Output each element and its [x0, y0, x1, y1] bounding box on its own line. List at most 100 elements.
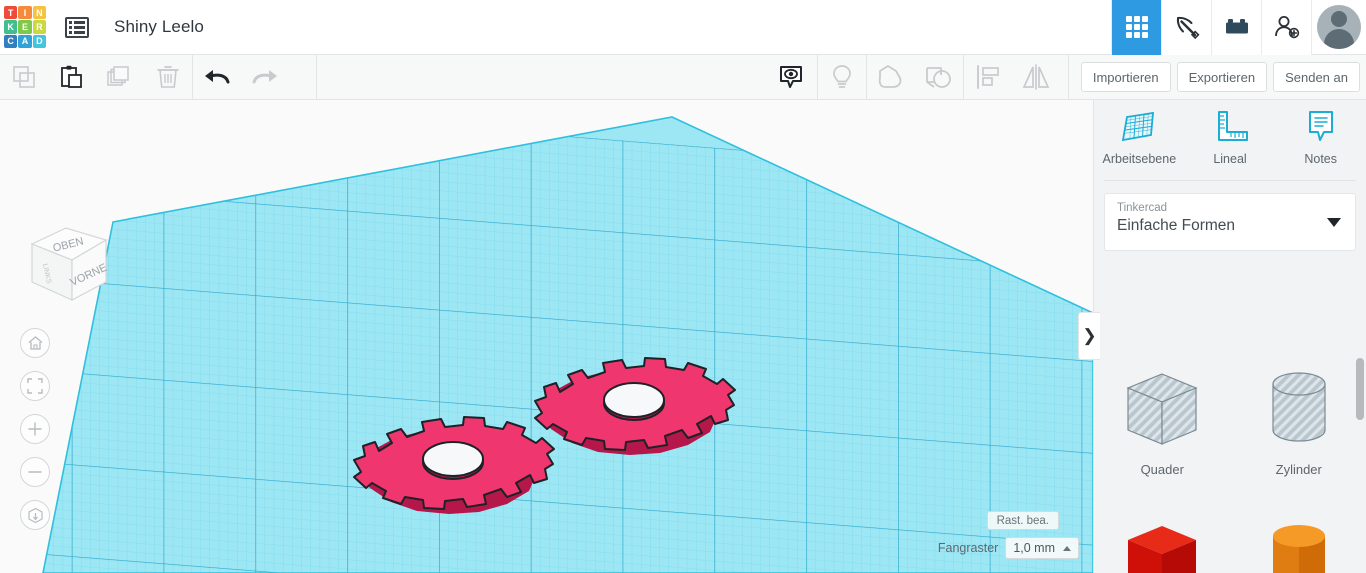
- logo-tile-n: N: [32, 6, 46, 20]
- edit-toolbar: Importieren Exportieren Senden an: [0, 55, 1366, 100]
- redo-arrow-icon: [252, 70, 277, 84]
- shape-hole-box[interactable]: Quader: [1094, 352, 1231, 504]
- gallery-scrollbar-thumb[interactable]: [1356, 358, 1364, 420]
- designs-menu-button[interactable]: [62, 12, 92, 42]
- ungroup-shapes-icon: [925, 67, 951, 88]
- mirror-button[interactable]: [1012, 55, 1060, 99]
- grid-edit-button[interactable]: Rast. bea.: [986, 511, 1059, 530]
- hole-cylinder-thumbnail: [1272, 372, 1326, 442]
- logo-tile-a: A: [18, 34, 32, 48]
- trash-icon: [157, 66, 179, 88]
- ruler-tool[interactable]: Lineal: [1185, 108, 1276, 180]
- shape-solid-box[interactable]: Quader: [1094, 504, 1231, 573]
- top-bar: TINKERCAD Shiny Leelo: [0, 0, 1366, 55]
- light-button[interactable]: [818, 55, 866, 99]
- import-button[interactable]: Importieren: [1080, 62, 1171, 92]
- view-cube[interactable]: OBEN VORNE LINKS: [18, 212, 118, 312]
- workplane-3d: [42, 116, 1093, 573]
- shape-hole-cylinder[interactable]: Zylinder: [1231, 352, 1366, 504]
- notes-tool[interactable]: Notes: [1275, 108, 1366, 180]
- ortho-perspective-button[interactable]: [20, 500, 50, 530]
- ungroup-button[interactable]: [915, 55, 963, 99]
- snap-grid-value: 1,0 mm: [1013, 541, 1055, 555]
- notes-tool-label: Notes: [1304, 152, 1337, 166]
- undo-button[interactable]: [193, 55, 241, 99]
- tinkercad-logo[interactable]: TINKERCAD: [4, 6, 46, 48]
- home-icon: [28, 336, 42, 350]
- box-view-icon: [27, 507, 43, 523]
- eye-bubble-icon: [779, 66, 802, 88]
- shape-gallery: Quader Zylinder Quader: [1094, 352, 1366, 573]
- toolbar-divider-6: [1067, 55, 1069, 99]
- snap-grid-label: Fangraster: [937, 541, 999, 555]
- home-view-button[interactable]: [20, 328, 50, 358]
- lightbulb-icon: [833, 65, 851, 88]
- zoom-out-button[interactable]: [20, 457, 50, 487]
- copy-icon: [13, 66, 35, 88]
- workplane-grid-icon: [1122, 111, 1155, 142]
- view-nav-buttons: [20, 328, 50, 530]
- shape-library-sublabel: Tinkercad: [1117, 202, 1168, 214]
- chevron-right-icon: ❯: [1082, 326, 1097, 345]
- workplane-tool[interactable]: Arbeitsebene: [1094, 108, 1185, 180]
- ruler-icon: [1218, 111, 1248, 141]
- avatar: [1317, 5, 1361, 49]
- workplane-tool-label: Arbeitsebene: [1102, 152, 1177, 166]
- zoom-in-button[interactable]: [20, 414, 50, 444]
- logo-tile-e: E: [18, 20, 32, 34]
- note-bubble-icon: [1308, 111, 1333, 141]
- paste-icon: [61, 65, 82, 88]
- logo-tile-c: C: [4, 34, 18, 48]
- panel-tools: Arbeitsebene Lineal Notes: [1094, 100, 1366, 180]
- codeblocks-button[interactable]: [1161, 0, 1211, 55]
- align-button[interactable]: [964, 55, 1012, 99]
- apps-grid-button[interactable]: [1111, 0, 1161, 55]
- top-bar-actions: [1111, 0, 1366, 55]
- workspace-canvas[interactable]: OBEN VORNE LINKS Rast. bea. Fangraster 1…: [0, 100, 1093, 573]
- group-button[interactable]: [867, 55, 915, 99]
- toolbar-divider-2: [316, 55, 317, 99]
- caret-up-icon: [1063, 545, 1071, 551]
- lego-brick-icon: [1225, 19, 1248, 34]
- add-person-icon: [1274, 16, 1299, 39]
- panel-divider: [1104, 180, 1356, 181]
- shape-library-select[interactable]: Tinkercad Einfache Formen: [1104, 193, 1356, 251]
- copy-button[interactable]: [0, 55, 48, 99]
- duplicate-button[interactable]: [96, 55, 144, 99]
- shapes-panel: Arbeitsebene Lineal Notes Tinkercad Einf…: [1093, 100, 1366, 573]
- invite-button[interactable]: [1261, 0, 1311, 55]
- shape-grid: Quader Zylinder Quader: [1094, 352, 1366, 573]
- shape-solid-cylinder[interactable]: Zylinder: [1231, 504, 1366, 573]
- redo-button[interactable]: [241, 55, 289, 99]
- show-hide-button[interactable]: [767, 55, 815, 99]
- logo-tile-t: T: [4, 6, 18, 20]
- solid-cylinder-thumbnail: [1272, 525, 1325, 573]
- shape-hole-cylinder-label: Zylinder: [1275, 462, 1322, 477]
- send-to-button[interactable]: Senden an: [1273, 62, 1360, 92]
- logo-tile-i: I: [18, 6, 32, 20]
- grid-9-icon: [1125, 16, 1148, 38]
- delete-button[interactable]: [144, 55, 192, 99]
- logo-tile-d: D: [32, 34, 46, 48]
- pickaxe-icon: [1176, 16, 1200, 40]
- fit-to-view-button[interactable]: [20, 371, 50, 401]
- export-button[interactable]: Exportieren: [1176, 62, 1268, 92]
- shape-hole-box-label: Quader: [1140, 462, 1184, 477]
- logo-tile-r: R: [32, 20, 46, 34]
- bricks-button[interactable]: [1211, 0, 1261, 55]
- snap-grid-select[interactable]: 1,0 mm: [1005, 537, 1079, 559]
- logo-tile-k: K: [4, 20, 18, 34]
- align-icon: [976, 65, 999, 89]
- mirror-flip-icon: [1022, 64, 1050, 90]
- design-title[interactable]: Shiny Leelo: [114, 17, 204, 37]
- user-avatar-button[interactable]: [1311, 0, 1366, 55]
- fit-brackets-icon: [27, 378, 43, 394]
- group-shapes-icon: [878, 65, 902, 88]
- paste-button[interactable]: [48, 55, 96, 99]
- panel-collapse-toggle[interactable]: ❯: [1078, 312, 1100, 360]
- snap-grid-controls: Fangraster 1,0 mm: [938, 537, 1079, 559]
- tinkercad-app: TINKERCAD Shiny Leelo Importieren Export…: [0, 0, 1366, 573]
- list-menu-icon: [65, 16, 89, 38]
- shape-library-value: Einfache Formen: [1117, 217, 1236, 234]
- chevron-down-icon: [1327, 218, 1341, 227]
